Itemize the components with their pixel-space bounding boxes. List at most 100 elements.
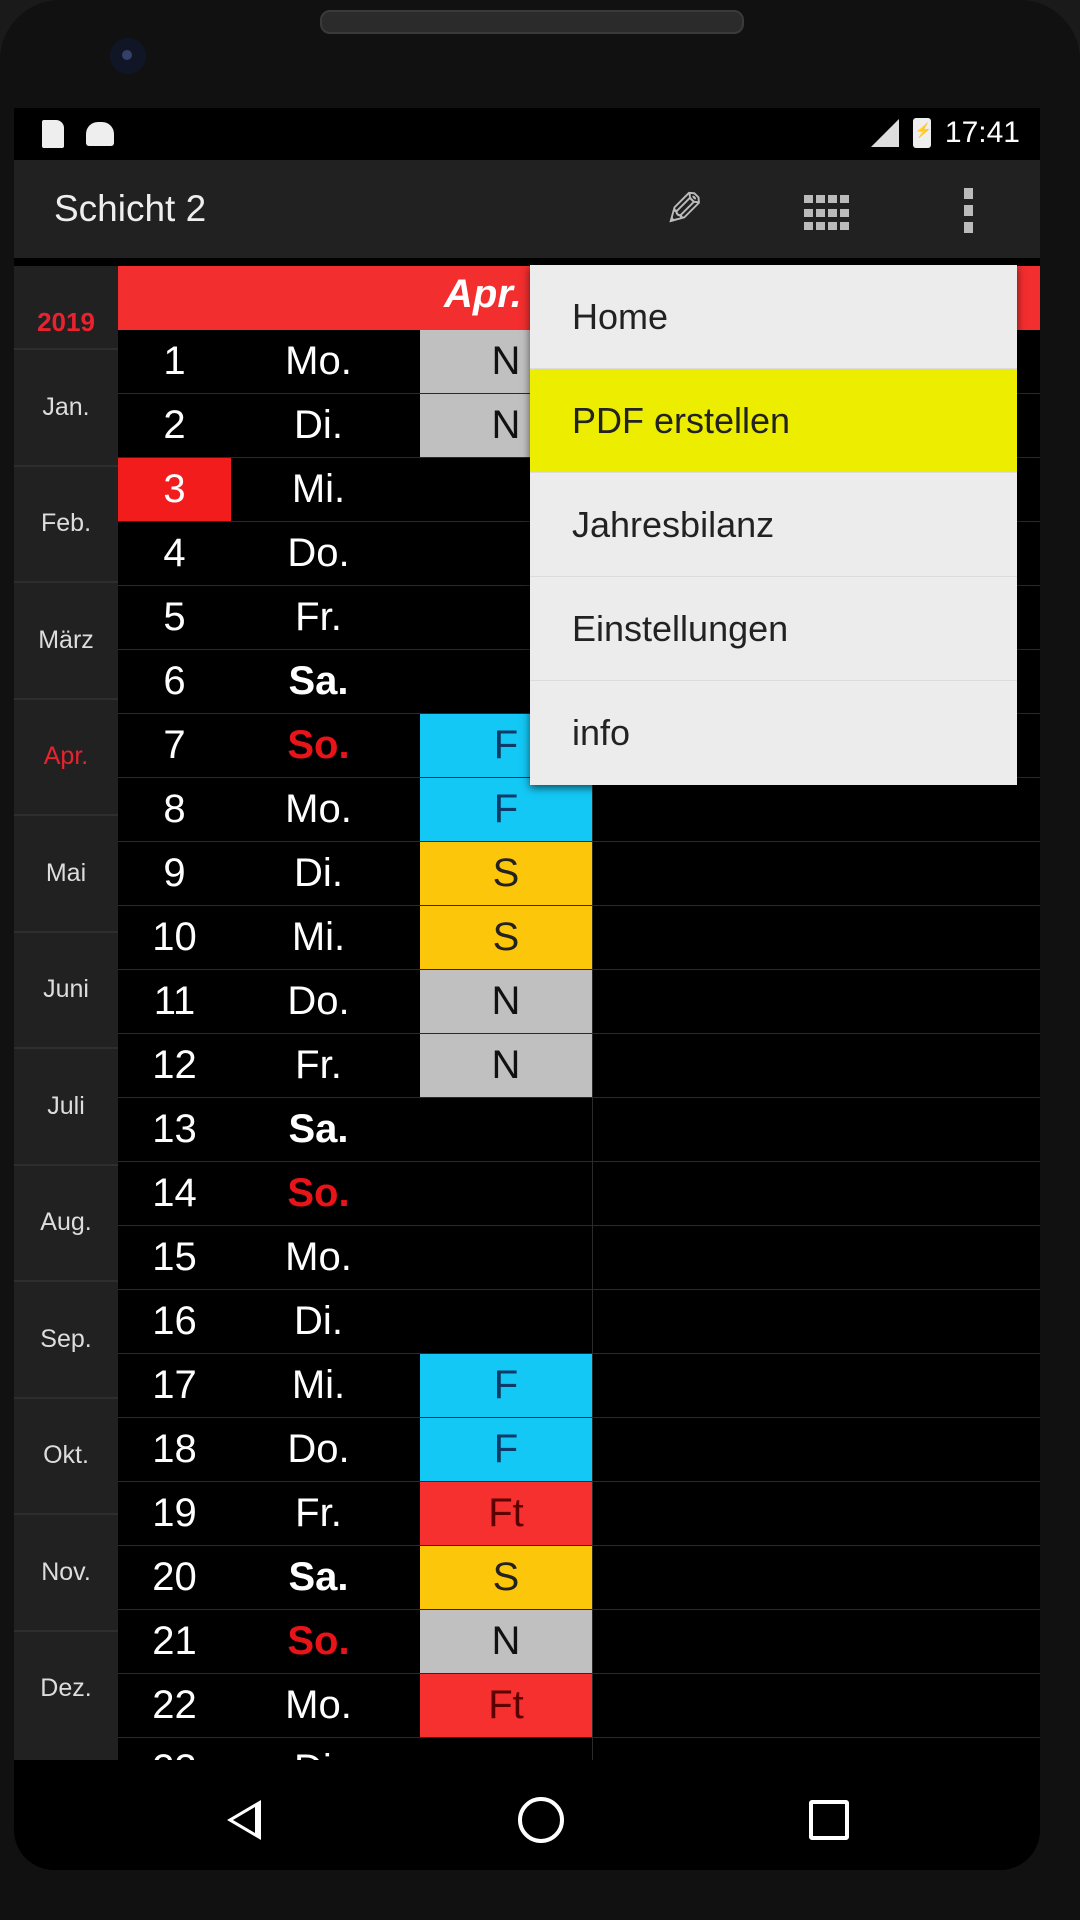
recent-apps-icon[interactable] <box>799 1790 859 1850</box>
year-sidebar: 2019 Jan. Feb. März Apr. Mai Juni Juli Aug. Sep.… <box>14 266 118 1870</box>
day-row[interactable]: 19 Fr. Ft <box>118 1482 1040 1546</box>
shift-cell[interactable]: F <box>420 1354 592 1417</box>
day-row[interactable]: 15 Mo. <box>118 1226 1040 1290</box>
home-icon[interactable] <box>511 1790 571 1850</box>
menu-item-pdf-erstellen[interactable]: PDF erstellen <box>530 369 1017 473</box>
shift-cell[interactable] <box>420 1226 592 1289</box>
column-divider <box>592 1290 593 1353</box>
speaker-grille <box>320 10 744 34</box>
column-divider <box>592 1610 593 1673</box>
shift-cell[interactable]: N <box>420 970 592 1033</box>
weekday-label: So. <box>287 1619 350 1663</box>
month-item[interactable]: Aug. <box>14 1163 118 1280</box>
month-item[interactable]: Mai <box>14 814 118 930</box>
menu-item-jahresbilanz[interactable]: Jahresbilanz <box>530 473 1017 577</box>
day-row[interactable]: 11 Do. N <box>118 970 1040 1034</box>
shift-cell[interactable]: N <box>420 1034 592 1097</box>
day-row[interactable]: 8 Mo. F <box>118 778 1040 842</box>
day-row[interactable]: 17 Mi. F <box>118 1354 1040 1418</box>
menu-item-einstellungen[interactable]: Einstellungen <box>530 577 1017 681</box>
day-number: 7 <box>163 723 186 767</box>
weekday-label: Mo. <box>285 1683 352 1727</box>
shift-cell[interactable]: Ft <box>420 1674 592 1737</box>
day-row[interactable]: 21 So. N <box>118 1610 1040 1674</box>
menu-item-home[interactable]: Home <box>530 265 1017 369</box>
day-number: 6 <box>163 659 186 703</box>
month-item[interactable]: Juni <box>14 930 118 1047</box>
column-divider <box>592 1482 593 1545</box>
shift-cell[interactable]: N <box>420 1610 592 1673</box>
shift-cell[interactable]: S <box>420 1546 592 1609</box>
day-number: 3 <box>118 458 231 521</box>
month-item[interactable]: Sep. <box>14 1280 118 1396</box>
shift-cell[interactable]: S <box>420 906 592 969</box>
day-number: 10 <box>152 915 197 959</box>
month-item[interactable]: Juli <box>14 1047 118 1163</box>
day-row[interactable]: 13 Sa. <box>118 1098 1040 1162</box>
day-number: 15 <box>152 1235 197 1279</box>
year-label[interactable]: 2019 <box>14 266 118 348</box>
toolbar: Schicht 2 ✎ <box>14 160 1040 258</box>
month-item[interactable]: März <box>14 581 118 697</box>
weekday-label: Mo. <box>285 1235 352 1279</box>
overflow-menu-icon[interactable] <box>938 180 998 240</box>
month-item[interactable]: Jan. <box>14 348 118 464</box>
month-item[interactable]: Apr. <box>14 697 118 814</box>
month-item[interactable]: Dez. <box>14 1629 118 1746</box>
weekday-label: Mi. <box>291 467 346 511</box>
month-item[interactable]: Okt. <box>14 1396 118 1513</box>
day-number: 20 <box>152 1555 197 1599</box>
shift-cell[interactable]: F <box>420 778 592 841</box>
shift-cell[interactable]: F <box>420 1418 592 1481</box>
weekday-label: Fr. <box>295 1491 342 1535</box>
column-divider <box>592 1162 593 1225</box>
weekday-label: Fr. <box>295 595 342 639</box>
screen: 17:41 Schicht 2 ✎ 2019 Jan.Feb.MärzApr.M… <box>14 108 1040 1870</box>
weekday-label: Mi. <box>291 1363 346 1407</box>
shift-cell[interactable] <box>420 1290 592 1353</box>
month-item[interactable]: Feb. <box>14 464 118 581</box>
weekday-label: Do. <box>287 531 350 575</box>
shift-cell[interactable] <box>420 1098 592 1161</box>
navigation-bar <box>14 1760 1040 1870</box>
shift-cell[interactable] <box>420 1162 592 1225</box>
column-divider <box>592 842 593 905</box>
day-row[interactable]: 20 Sa. S <box>118 1546 1040 1610</box>
overflow-menu: Home PDF erstellen Jahresbilanz Einstellung… <box>530 265 1017 785</box>
day-number: 21 <box>152 1619 197 1663</box>
weekday-label: Mi. <box>291 915 346 959</box>
day-number: 9 <box>163 851 186 895</box>
pencil-icon[interactable]: ✎ <box>654 180 714 240</box>
column-divider <box>592 1354 593 1417</box>
day-number: 22 <box>152 1683 197 1727</box>
weekday-label: Do. <box>287 979 350 1023</box>
menu-item-info[interactable]: info <box>530 681 1017 785</box>
day-number: 8 <box>163 787 186 831</box>
column-divider <box>592 778 593 841</box>
battery-charging-icon <box>912 118 932 148</box>
day-row[interactable]: 9 Di. S <box>118 842 1040 906</box>
calendar-icon[interactable] <box>798 180 858 240</box>
day-number: 4 <box>163 531 186 575</box>
clock: 17:41 <box>944 116 1020 149</box>
day-number: 5 <box>163 595 186 639</box>
day-number: 2 <box>163 403 186 447</box>
weekday-label: Di. <box>294 403 343 447</box>
column-divider <box>592 1674 593 1737</box>
shift-cell[interactable]: Ft <box>420 1482 592 1545</box>
weekday-label: Sa. <box>288 1555 349 1599</box>
month-header-label: Apr. <box>444 272 522 316</box>
shift-cell[interactable]: S <box>420 842 592 905</box>
day-number: 18 <box>152 1427 197 1471</box>
day-row[interactable]: 22 Mo. Ft <box>118 1674 1040 1738</box>
day-row[interactable]: 10 Mi. S <box>118 906 1040 970</box>
day-row[interactable]: 18 Do. F <box>118 1418 1040 1482</box>
weekday-label: So. <box>287 1171 350 1215</box>
day-row[interactable]: 12 Fr. N <box>118 1034 1040 1098</box>
day-row[interactable]: 16 Di. <box>118 1290 1040 1354</box>
back-icon[interactable] <box>214 1790 274 1850</box>
column-divider <box>592 970 593 1033</box>
day-number: 12 <box>152 1043 197 1087</box>
month-item[interactable]: Nov. <box>14 1513 118 1629</box>
day-row[interactable]: 14 So. <box>118 1162 1040 1226</box>
